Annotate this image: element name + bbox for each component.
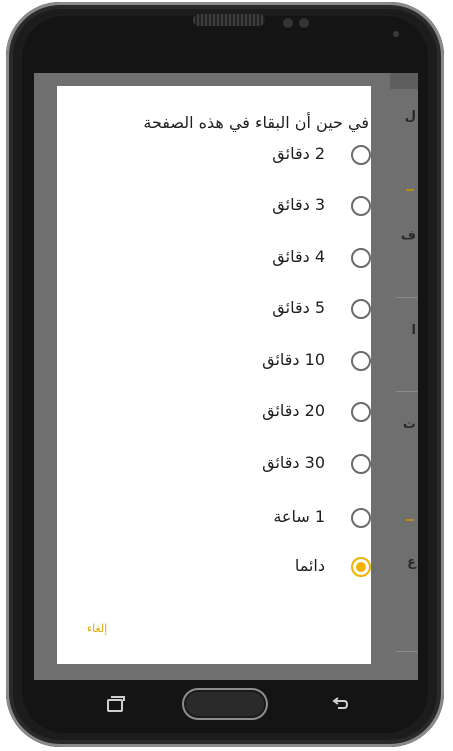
radio-button[interactable] xyxy=(351,196,371,216)
option-label: 20 دقائق xyxy=(262,401,325,420)
background-divider xyxy=(396,651,418,652)
front-camera xyxy=(393,31,399,37)
background-text: ت xyxy=(402,417,416,432)
option-2-minutes[interactable]: 2 دقائق xyxy=(57,135,371,175)
background-accent xyxy=(406,519,414,521)
background-divider xyxy=(396,297,418,298)
option-label: 5 دقائق xyxy=(272,298,325,317)
light-sensor xyxy=(299,18,309,28)
option-3-minutes[interactable]: 3 دقائق xyxy=(57,186,371,226)
timeout-dialog: في حين أن البقاء في هذه الصفحة 2 دقائق 3… xyxy=(57,86,371,664)
option-10-minutes[interactable]: 10 دقائق xyxy=(57,341,371,381)
proximity-sensor xyxy=(283,18,293,28)
option-label: دائما xyxy=(294,556,325,575)
background-text: ل xyxy=(404,109,416,124)
radio-button[interactable] xyxy=(351,402,371,422)
background-text: ف xyxy=(400,228,416,243)
radio-button[interactable] xyxy=(351,299,371,319)
option-1-hour[interactable]: 1 ساعة xyxy=(57,498,371,538)
option-30-minutes[interactable]: 30 دقائق xyxy=(57,444,371,484)
option-label: 2 دقائق xyxy=(272,144,325,163)
radio-button[interactable] xyxy=(351,248,371,268)
dialog-title: في حين أن البقاء في هذه الصفحة xyxy=(143,113,369,132)
background-accent xyxy=(406,189,414,191)
option-5-minutes[interactable]: 5 دقائق xyxy=(57,289,371,329)
radio-button[interactable] xyxy=(351,508,371,528)
option-4-minutes[interactable]: 4 دقائق xyxy=(57,238,371,278)
back-icon[interactable] xyxy=(332,696,348,712)
cancel-button[interactable]: إلغاء xyxy=(87,622,107,635)
background-text: ع xyxy=(407,555,416,570)
option-label: 1 ساعة xyxy=(273,507,325,526)
background-text: ا xyxy=(411,323,416,338)
option-label: 10 دقائق xyxy=(262,350,325,369)
background-app-bar xyxy=(390,73,418,89)
radio-button[interactable] xyxy=(351,454,371,474)
option-label: 3 دقائق xyxy=(272,195,325,214)
home-button[interactable] xyxy=(182,688,268,720)
radio-button-selected[interactable] xyxy=(351,557,371,577)
navigation-bar xyxy=(34,680,418,730)
radio-button[interactable] xyxy=(351,351,371,371)
recent-apps-icon[interactable] xyxy=(107,696,125,712)
radio-button[interactable] xyxy=(351,145,371,165)
background-divider xyxy=(396,391,418,392)
speaker-grille xyxy=(193,14,265,26)
option-20-minutes[interactable]: 20 دقائق xyxy=(57,392,371,432)
option-label: 30 دقائق xyxy=(262,453,325,472)
option-label: 4 دقائق xyxy=(272,247,325,266)
option-always[interactable]: دائما xyxy=(57,547,371,587)
